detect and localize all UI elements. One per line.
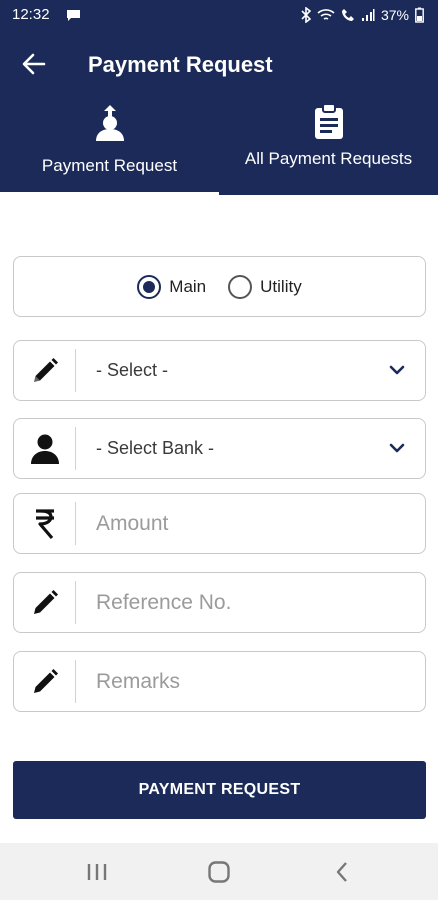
pencil-icon <box>14 652 76 711</box>
wifi-icon <box>317 8 335 22</box>
amount-field <box>13 493 426 554</box>
back-nav-button[interactable] <box>327 857 357 887</box>
chevron-down-icon <box>389 440 405 458</box>
field-divider <box>75 660 76 703</box>
remarks-input[interactable] <box>96 652 406 711</box>
system-icons: 37% <box>301 7 424 23</box>
tab-label: Payment Request <box>41 156 178 175</box>
radio-unselected-icon <box>228 274 253 299</box>
arrow-left-icon <box>22 53 46 75</box>
chevron-down-icon <box>389 362 405 380</box>
field-divider <box>75 502 76 545</box>
page-title: Payment Request <box>88 52 273 77</box>
signal-icon <box>361 8 375 22</box>
app-bar: Payment Request Payment Request All Paym… <box>0 30 438 195</box>
radio-selected-icon <box>137 274 162 299</box>
type-select-value: - Select - <box>96 360 169 380</box>
field-divider <box>75 349 76 392</box>
type-select-dropdown[interactable]: - Select - <box>13 340 426 401</box>
recent-apps-button[interactable] <box>82 857 112 887</box>
message-notification-icon <box>66 9 81 21</box>
rupee-icon <box>14 494 76 553</box>
back-button[interactable] <box>20 52 48 76</box>
tab-label: All Payment Requests <box>244 149 413 168</box>
battery-text: 37% <box>380 7 409 23</box>
clipboard-icon <box>314 103 344 145</box>
bluetooth-icon <box>301 7 311 23</box>
radio-label: Utility <box>260 276 302 296</box>
radio-label: Main <box>169 276 207 296</box>
status-time: 12:32 <box>12 6 50 23</box>
remarks-field <box>13 651 426 712</box>
radio-main[interactable]: Main <box>137 274 207 299</box>
pencil-icon <box>14 341 76 400</box>
pencil-icon <box>14 573 76 632</box>
field-divider <box>75 427 76 470</box>
reference-input[interactable] <box>96 573 406 632</box>
battery-icon <box>415 7 424 23</box>
tab-all-payment-requests[interactable]: All Payment Requests <box>219 98 438 195</box>
reference-field <box>13 572 426 633</box>
tab-indicator <box>0 192 219 195</box>
field-divider <box>75 581 76 624</box>
system-nav-bar <box>0 843 438 900</box>
radio-group: Main Utility <box>14 257 425 316</box>
home-button[interactable] <box>204 857 234 887</box>
bank-select-dropdown[interactable]: - Select Bank - <box>13 418 426 479</box>
amount-input[interactable] <box>96 494 406 553</box>
home-icon <box>208 861 230 883</box>
radio-utility[interactable]: Utility <box>228 274 302 299</box>
user-upload-icon <box>93 104 127 147</box>
recents-icon <box>87 864 107 880</box>
account-type-selector: Main Utility <box>13 256 426 317</box>
person-icon <box>14 419 76 478</box>
chevron-left-icon <box>336 862 347 882</box>
payment-request-button[interactable]: PAYMENT REQUEST <box>13 761 426 819</box>
bank-select-value: - Select Bank - <box>96 438 215 458</box>
call-icon <box>341 8 355 22</box>
status-bar: 12:32 37% <box>0 0 438 30</box>
tab-payment-request[interactable]: Payment Request <box>0 98 219 195</box>
